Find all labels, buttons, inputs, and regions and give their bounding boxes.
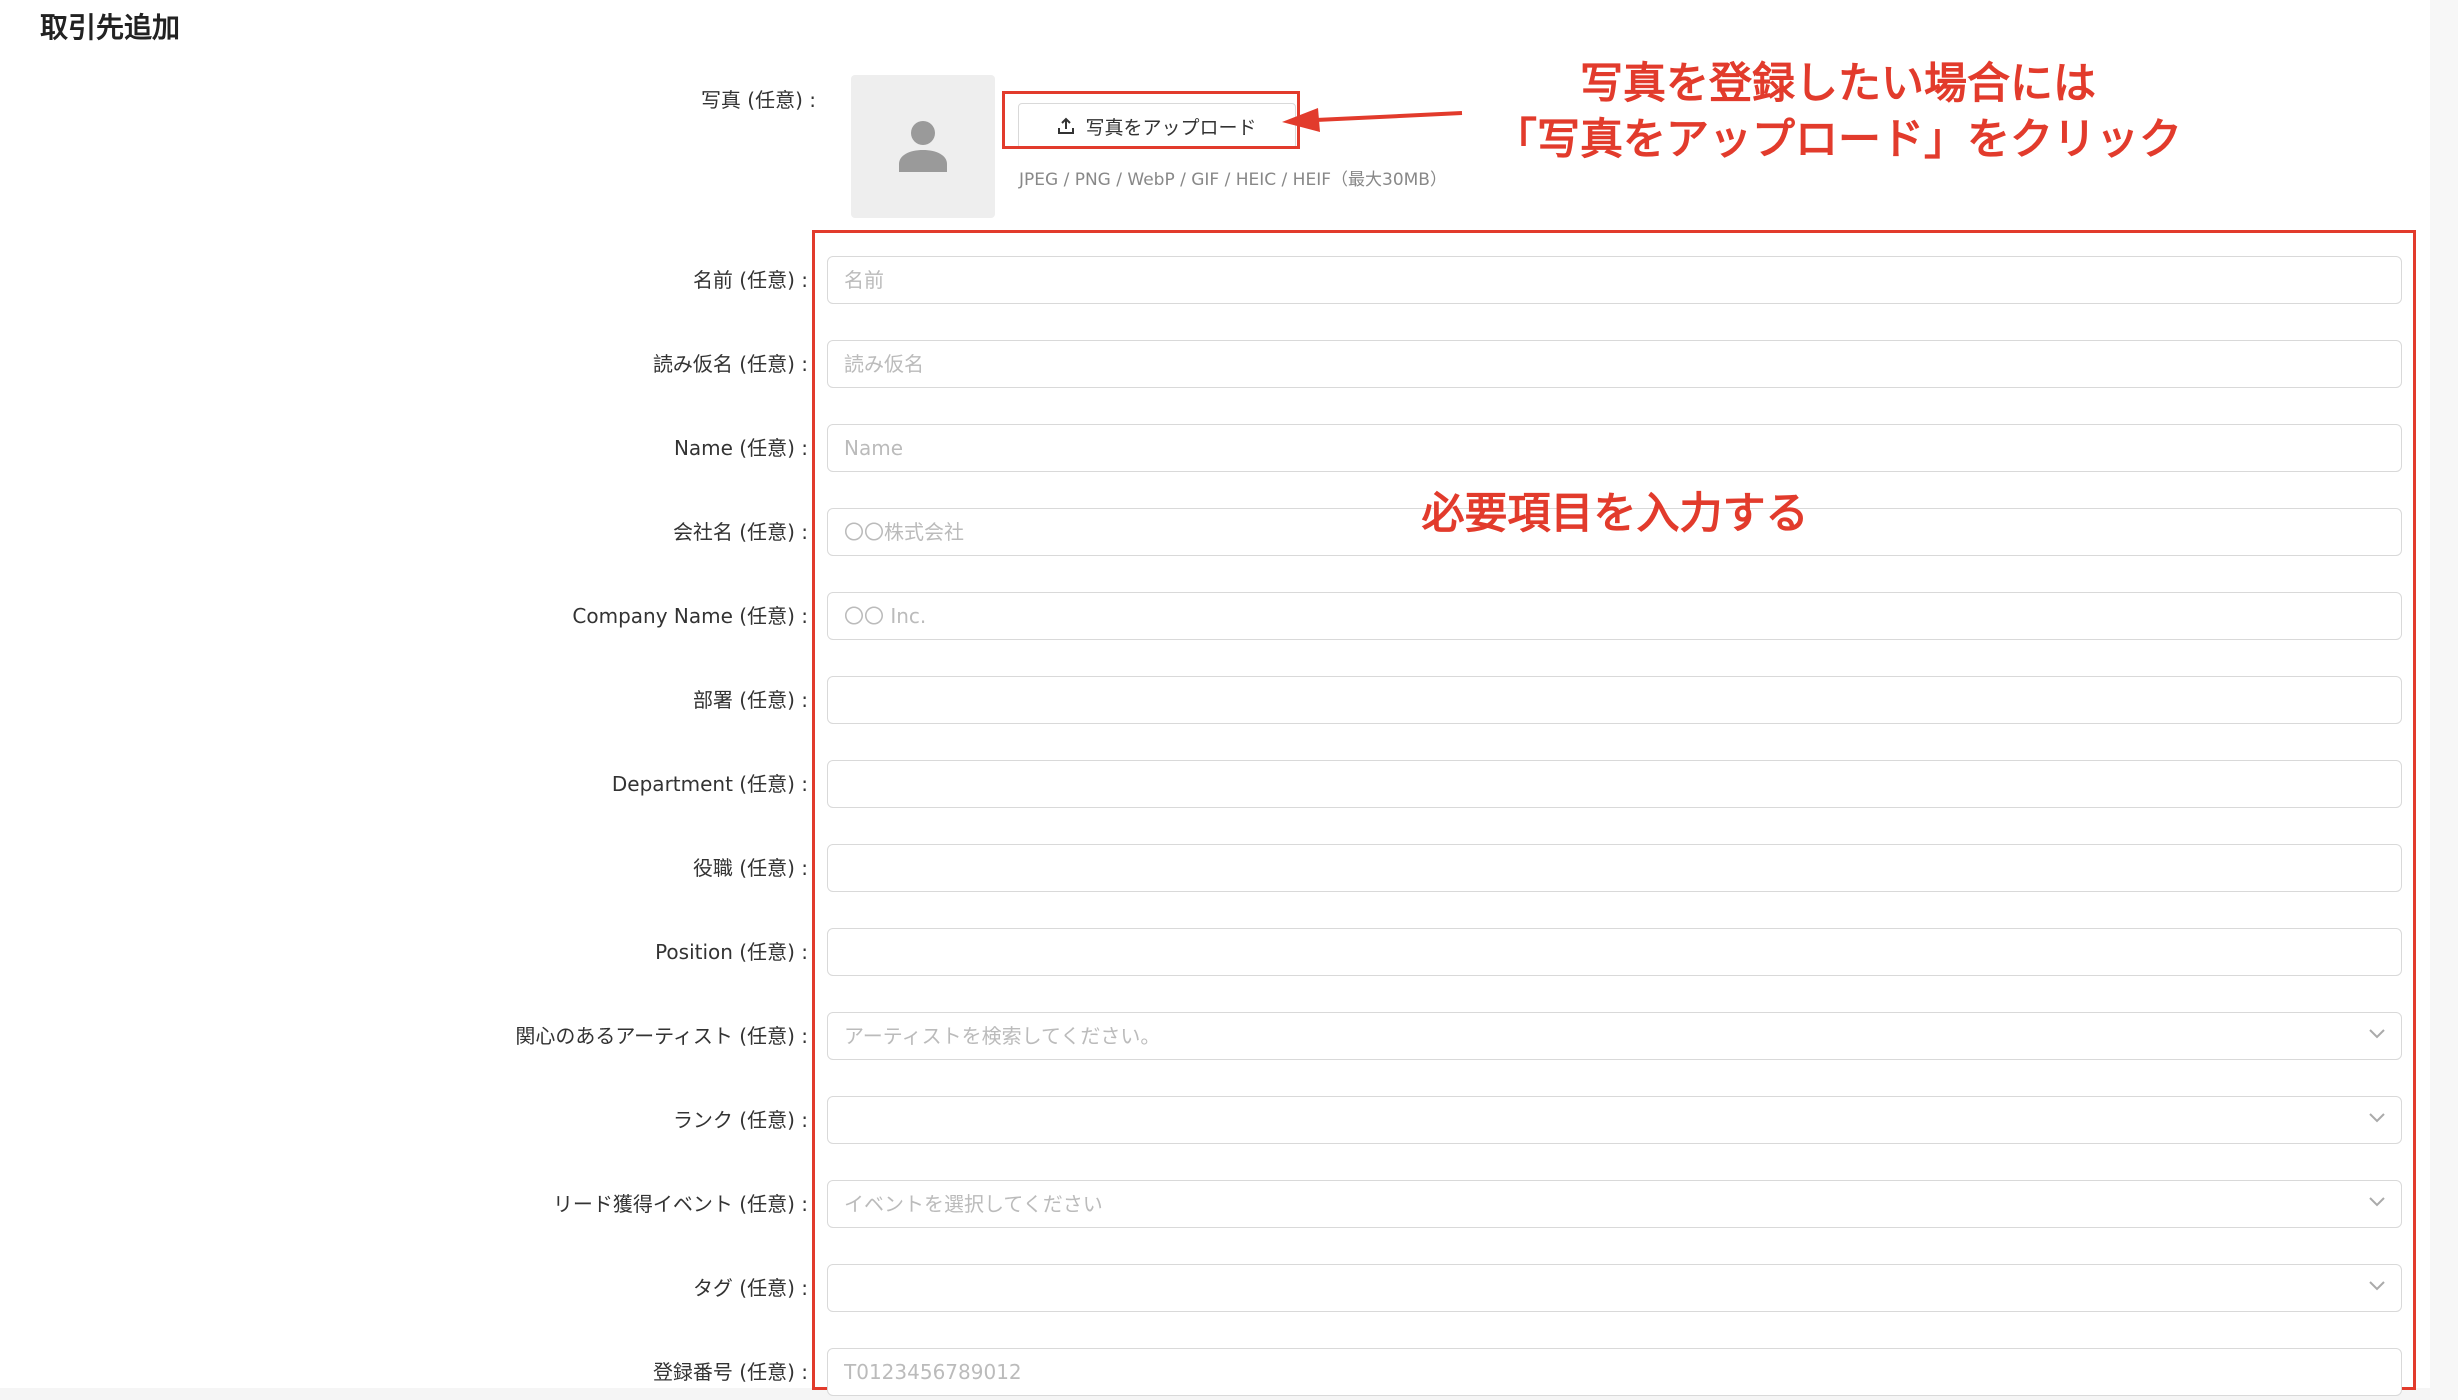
position-input[interactable] <box>827 844 2402 892</box>
chevron-down-icon <box>2369 1029 2385 1039</box>
file-format-hint: JPEG / PNG / WebP / GIF / HEIC / HEIF（最大… <box>1019 170 1447 190</box>
form-row-department: 部署 (任意) : <box>0 676 2458 724</box>
registration-number-label: 登録番号 (任意) : <box>652 1360 808 1384</box>
rank-label: ランク (任意) : <box>672 1108 808 1132</box>
kana-input[interactable] <box>827 340 2402 388</box>
form-row-department-en: Department (任意) : <box>0 760 2458 808</box>
form-row-position-en: Position (任意) : <box>0 928 2458 976</box>
company-label: 会社名 (任意) : <box>672 520 808 544</box>
form-row-name-en: Name (任意) : <box>0 424 2458 472</box>
upload-button-highlight <box>1002 91 1300 149</box>
department-en-label: Department (任意) : <box>611 772 808 796</box>
form-row-name: 名前 (任意) : <box>0 256 2458 304</box>
position-en-input[interactable] <box>827 928 2402 976</box>
chevron-down-icon <box>2369 1281 2385 1291</box>
form-callout: 必要項目を入力する <box>1421 489 1809 539</box>
name-en-label: Name (任意) : <box>673 436 808 460</box>
name-label: 名前 (任意) : <box>692 268 808 292</box>
name-en-input[interactable] <box>827 424 2402 472</box>
photo-label: 写真 (任意) : <box>700 88 816 112</box>
form-row-company: 会社名 (任意) : <box>0 508 2458 556</box>
department-en-input[interactable] <box>827 760 2402 808</box>
company-en-label: Company Name (任意) : <box>572 604 808 628</box>
position-label: 役職 (任意) : <box>692 856 808 880</box>
form-row-kana: 読み仮名 (任意) : <box>0 340 2458 388</box>
user-avatar-icon <box>899 121 947 172</box>
artists-label: 関心のあるアーティスト (任意) : <box>515 1024 808 1048</box>
tags-label: タグ (任意) : <box>692 1276 808 1300</box>
name-input[interactable] <box>827 256 2402 304</box>
position-en-label: Position (任意) : <box>655 940 808 964</box>
form-row-company-en: Company Name (任意) : <box>0 592 2458 640</box>
chevron-down-icon <box>2369 1197 2385 1207</box>
lead-event-select[interactable]: イベントを選択してください <box>827 1180 2402 1228</box>
form-row-artists: 関心のあるアーティスト (任意) : アーティストを検索してください。 <box>0 1012 2458 1060</box>
form-row-position: 役職 (任意) : <box>0 844 2458 892</box>
rank-select[interactable] <box>827 1096 2402 1144</box>
upload-callout: 写真を登録したい場合には 「写真をアップロード」をクリック <box>1478 56 2198 168</box>
upload-callout-line1: 写真を登録したい場合には <box>1580 59 2096 109</box>
avatar-placeholder <box>851 75 995 218</box>
department-input[interactable] <box>827 676 2402 724</box>
chevron-down-icon <box>2369 1113 2385 1123</box>
kana-label: 読み仮名 (任意) : <box>652 352 808 376</box>
form-row-registration-number: 登録番号 (任意) : <box>0 1348 2458 1396</box>
lead-event-select-placeholder: イベントを選択してください <box>844 1192 1103 1216</box>
artists-select-placeholder: アーティストを検索してください。 <box>844 1024 1161 1048</box>
registration-number-input[interactable] <box>827 1348 2402 1396</box>
department-label: 部署 (任意) : <box>692 688 808 712</box>
page-title: 取引先追加 <box>40 11 181 44</box>
form-row-rank: ランク (任意) : <box>0 1096 2458 1144</box>
form-row-tags: タグ (任意) : <box>0 1264 2458 1312</box>
form-row-lead-event: リード獲得イベント (任意) : イベントを選択してください <box>0 1180 2458 1228</box>
artists-select[interactable]: アーティストを検索してください。 <box>827 1012 2402 1060</box>
lead-event-label: リード獲得イベント (任意) : <box>552 1192 808 1216</box>
company-en-input[interactable] <box>827 592 2402 640</box>
upload-callout-line2: 「写真をアップロード」をクリック <box>1494 115 2182 165</box>
tags-select[interactable] <box>827 1264 2402 1312</box>
